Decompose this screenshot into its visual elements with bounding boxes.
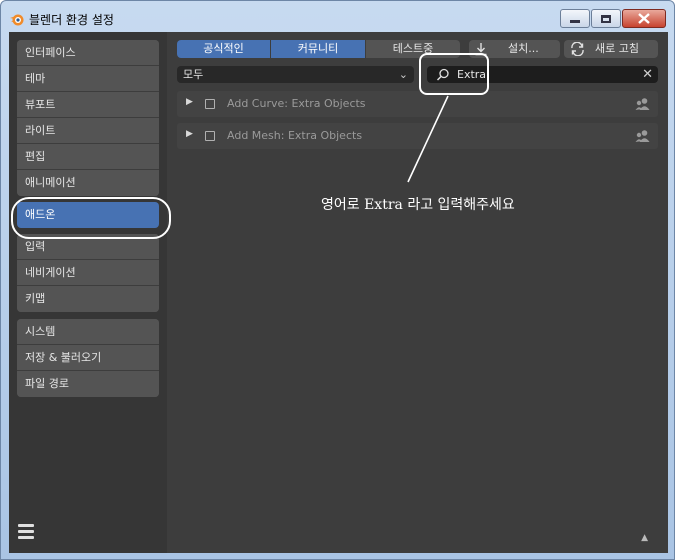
callout-line <box>407 95 449 183</box>
annotation-text: 영어로 Extra 라고 입력해주세요 <box>321 197 515 213</box>
